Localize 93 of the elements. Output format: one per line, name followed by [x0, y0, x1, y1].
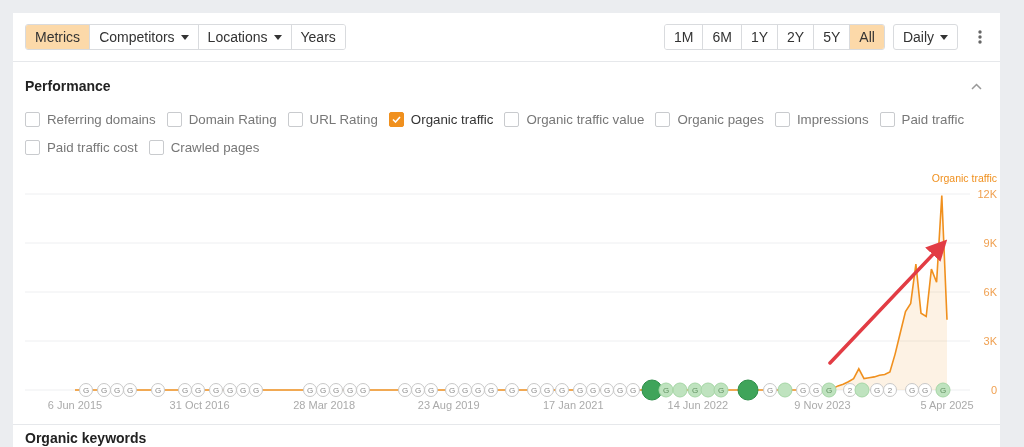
event-marker[interactable] [672, 382, 688, 398]
event-marker[interactable]: G [809, 383, 823, 397]
event-marker[interactable]: G [236, 383, 250, 397]
event-marker[interactable]: G [658, 382, 674, 398]
event-marker[interactable]: G [763, 383, 777, 397]
axis-tick-label: 12K [977, 188, 997, 200]
event-marker[interactable]: G [586, 383, 600, 397]
metric-label[interactable]: Organic traffic value [526, 111, 645, 127]
checkbox[interactable] [287, 111, 303, 127]
event-marker[interactable]: G [821, 382, 837, 398]
axis-tick-label: 31 Oct 2016 [169, 399, 230, 411]
checkbox[interactable] [655, 111, 671, 127]
event-marker[interactable]: 2 [883, 383, 897, 397]
event-marker[interactable]: G [343, 383, 357, 397]
metric-label[interactable]: Domain Rating [188, 111, 277, 127]
event-marker[interactable]: G [626, 383, 640, 397]
chevron-icon[interactable] [971, 83, 982, 90]
checkbox[interactable] [879, 111, 895, 127]
metric-label[interactable]: Crawled pages [170, 139, 260, 155]
event-marker[interactable]: G [123, 383, 137, 397]
axis-tick-label: 28 Mar 2018 [293, 399, 356, 411]
axis-tick-label: 14 Jun 2022 [667, 399, 729, 411]
axis-tick-label: 17 Jan 2021 [543, 399, 604, 411]
metric-label[interactable]: Organic traffic [410, 111, 494, 127]
metric-label[interactable]: URL Rating [309, 111, 378, 127]
event-marker[interactable]: G [905, 383, 919, 397]
event-marker[interactable] [777, 382, 793, 398]
event-marker[interactable] [737, 379, 759, 401]
event-marker[interactable]: G [935, 382, 951, 398]
event-marker[interactable]: G [484, 383, 498, 397]
event-marker[interactable]: G [713, 382, 729, 398]
checkbox[interactable] [774, 111, 790, 127]
event-marker[interactable]: G [303, 383, 317, 397]
event-marker[interactable]: G [178, 383, 192, 397]
axis-tick-label: 23 Aug 2019 [417, 399, 480, 411]
event-marker[interactable] [854, 382, 870, 398]
metric-label[interactable]: Paid traffic [901, 111, 965, 127]
event-marker[interactable]: G [79, 383, 93, 397]
event-marker[interactable]: G [110, 383, 124, 397]
event-marker[interactable]: G [329, 383, 343, 397]
event-marker[interactable] [700, 382, 716, 398]
axis-tick-label: 9 Nov 2023 [794, 399, 851, 411]
more-icon[interactable] [978, 30, 982, 44]
caret-icon [940, 34, 948, 40]
event-marker[interactable]: G [316, 383, 330, 397]
period-button[interactable]: All [850, 25, 884, 49]
event-marker[interactable]: G [918, 383, 932, 397]
section-title: Organic keywords [24, 429, 148, 446]
event-marker[interactable]: G [356, 383, 370, 397]
event-marker[interactable]: G [613, 383, 627, 397]
event-marker[interactable]: G [600, 383, 614, 397]
event-marker[interactable]: G [411, 383, 425, 397]
event-marker[interactable]: G [471, 383, 485, 397]
event-marker[interactable]: G [458, 383, 472, 397]
section-title: Performance [25, 78, 111, 95]
checkbox[interactable] [388, 111, 404, 127]
event-marker[interactable]: G [191, 383, 205, 397]
interval-dropdown[interactable]: Daily [892, 24, 958, 50]
checkbox[interactable] [25, 111, 40, 127]
view-tab[interactable]: Metrics [26, 25, 91, 49]
event-marker[interactable]: G [424, 383, 438, 397]
axis-tick-label: 6 Jun 2015 [47, 399, 103, 411]
event-marker[interactable] [641, 379, 663, 401]
checkbox[interactable] [166, 111, 182, 127]
check-icon [391, 115, 401, 123]
checkbox[interactable] [25, 139, 40, 155]
axis-tick-label: 0 [990, 384, 997, 396]
period-button[interactable]: 1M [665, 25, 704, 49]
event-marker[interactable]: G [796, 383, 810, 397]
metric-label[interactable]: Referring domains [47, 111, 156, 127]
event-marker[interactable]: G [527, 383, 541, 397]
event-marker[interactable]: G [223, 383, 237, 397]
event-marker[interactable]: G [398, 383, 412, 397]
legend-label: Organic traffic [931, 172, 997, 184]
axis-tick-label: 9K [983, 237, 997, 249]
event-marker[interactable]: G [445, 383, 459, 397]
axis-tick-label: 6K [983, 286, 997, 298]
event-marker[interactable]: G [209, 383, 223, 397]
event-marker[interactable]: G [540, 383, 554, 397]
metric-label[interactable]: Impressions [796, 111, 869, 127]
axis-tick-label: 3K [983, 335, 997, 347]
event-marker[interactable]: G [249, 383, 263, 397]
axis-tick-label: 5 Apr 2025 [920, 399, 974, 411]
event-marker[interactable]: G [555, 383, 569, 397]
checkbox[interactable] [148, 139, 164, 155]
event-marker[interactable]: G [505, 383, 519, 397]
event-marker[interactable]: G [97, 383, 111, 397]
metric-label[interactable]: Paid traffic cost [47, 139, 138, 155]
metric-label[interactable]: Organic pages [677, 111, 764, 127]
event-marker[interactable]: G [573, 383, 587, 397]
checkbox[interactable] [504, 111, 520, 127]
event-marker[interactable]: G [870, 383, 884, 397]
event-marker[interactable]: G [151, 383, 165, 397]
